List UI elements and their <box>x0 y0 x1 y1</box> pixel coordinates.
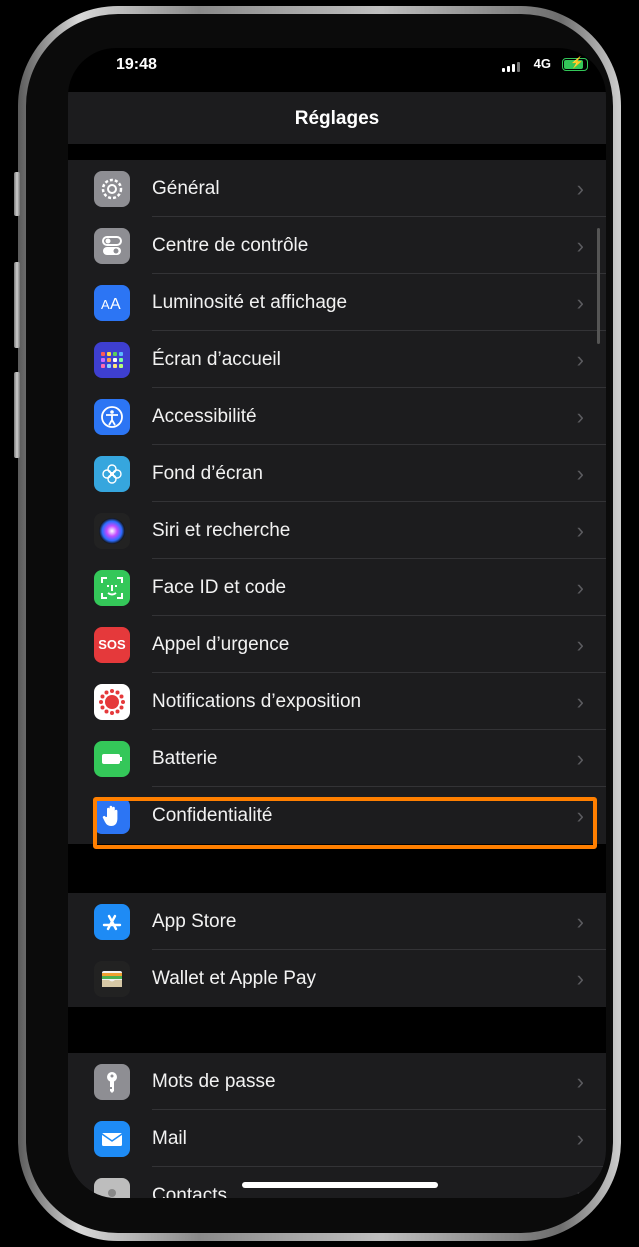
settings-row-label: Face ID et code <box>152 576 287 598</box>
settings-row-toggles[interactable]: Centre de contrôle › <box>68 217 606 274</box>
exposure-icon <box>94 683 130 720</box>
chevron-right-icon: › <box>576 1068 584 1094</box>
screen: 19:48 4G ⚡ Réglages Général › Centre de co… <box>68 48 606 1198</box>
settings-group-accounts: Mots de passe › Mail › Contacts › <box>68 1053 606 1198</box>
app-store-icon <box>94 903 130 940</box>
chevron-right-icon: › <box>576 460 584 486</box>
settings-row-label: Centre de contrôle <box>152 234 309 256</box>
sos-icon: SOS <box>94 626 130 663</box>
settings-row-app-store[interactable]: App Store › <box>68 893 606 950</box>
chevron-right-icon: › <box>576 688 584 714</box>
settings-row-mail[interactable]: Mail › <box>68 1110 606 1167</box>
signal-icon <box>502 62 520 72</box>
home-indicator[interactable] <box>242 1182 438 1188</box>
settings-row-label: App Store <box>152 910 237 932</box>
settings-row-face-id[interactable]: Face ID et code › <box>68 559 606 616</box>
settings-row-exposure[interactable]: Notifications d’exposition › <box>68 673 606 730</box>
scrollbar[interactable] <box>597 228 600 344</box>
contacts-icon <box>94 1177 130 1198</box>
chevron-right-icon: › <box>576 631 584 657</box>
face-id-icon <box>94 569 130 606</box>
chevron-right-icon: › <box>576 403 584 429</box>
settings-group-general: Général › Centre de contrôle › A A Luminosité … <box>68 160 606 844</box>
chevron-right-icon: › <box>576 517 584 543</box>
chevron-right-icon: › <box>576 574 584 600</box>
volume-down-button <box>14 372 20 458</box>
settings-row-label: Luminosité et affichage <box>152 291 348 313</box>
status-time: 19:48 <box>116 56 157 73</box>
settings-row-label: Siri et recherche <box>152 519 291 541</box>
toggles-icon <box>94 227 130 264</box>
settings-row-label: Wallet et Apple Pay <box>152 967 317 989</box>
settings-row-sos[interactable]: SOS Appel d’urgence › <box>68 616 606 673</box>
chevron-right-icon: › <box>576 289 584 315</box>
chevron-right-icon: › <box>576 908 584 934</box>
settings-row-siri[interactable]: Siri et recherche › <box>68 502 606 559</box>
accessibility-icon <box>94 398 130 435</box>
settings-row-label: Mots de passe <box>152 1070 276 1092</box>
svg-text:A: A <box>101 297 110 312</box>
settings-row-label: Fond d’écran <box>152 462 263 484</box>
settings-group-store: App Store › Wallet et Apple Pay › <box>68 893 606 1007</box>
settings-row-label: Contacts <box>152 1184 227 1199</box>
settings-row-gear[interactable]: Général › <box>68 160 606 217</box>
settings-row-flower[interactable]: Fond d’écran › <box>68 445 606 502</box>
siri-icon <box>94 512 130 549</box>
battery-charging-icon: ⚡ <box>562 57 588 71</box>
settings-row-wallet[interactable]: Wallet et Apple Pay › <box>68 950 606 1007</box>
battery-icon <box>94 740 130 777</box>
chevron-right-icon: › <box>576 232 584 258</box>
settings-row-label: Écran d’accueil <box>152 348 281 370</box>
settings-row-label: Général <box>152 177 220 199</box>
navigation-bar: Réglages <box>68 92 606 144</box>
chevron-right-icon: › <box>576 1182 584 1199</box>
text-size-icon: AA <box>94 284 130 321</box>
mute-switch <box>14 172 20 216</box>
chevron-right-icon: › <box>576 965 584 991</box>
wallet-icon <box>94 960 130 997</box>
gear-icon <box>94 170 130 207</box>
chevron-right-icon: › <box>576 745 584 771</box>
network-type: 4G <box>533 56 551 71</box>
settings-row-key[interactable]: Mots de passe › <box>68 1053 606 1110</box>
app-grid-icon <box>94 341 130 378</box>
volume-up-button <box>14 262 20 348</box>
mail-icon <box>94 1120 130 1157</box>
key-icon <box>94 1063 130 1100</box>
settings-row-label: Mail <box>152 1127 187 1149</box>
settings-row-text-size[interactable]: A A Luminosité et affichage › <box>68 274 606 331</box>
flower-icon <box>94 455 130 492</box>
settings-row-app-grid[interactable]: Écran d’accueil › <box>68 331 606 388</box>
page-title: Réglages <box>294 108 380 129</box>
svg-text:A: A <box>110 296 121 313</box>
settings-row-label: Accessibilité <box>152 405 257 427</box>
settings-row-battery[interactable]: Batterie › <box>68 730 606 787</box>
chevron-right-icon: › <box>576 346 584 372</box>
highlight-box <box>93 797 597 849</box>
settings-row-label: Appel d’urgence <box>152 633 290 655</box>
chevron-right-icon: › <box>576 1125 584 1151</box>
settings-row-label: Batterie <box>152 747 218 769</box>
settings-row-accessibility[interactable]: Accessibilité › <box>68 388 606 445</box>
chevron-right-icon: › <box>576 175 584 201</box>
settings-row-label: Notifications d’exposition <box>152 690 362 712</box>
status-bar: 19:48 4G ⚡ <box>68 48 606 92</box>
